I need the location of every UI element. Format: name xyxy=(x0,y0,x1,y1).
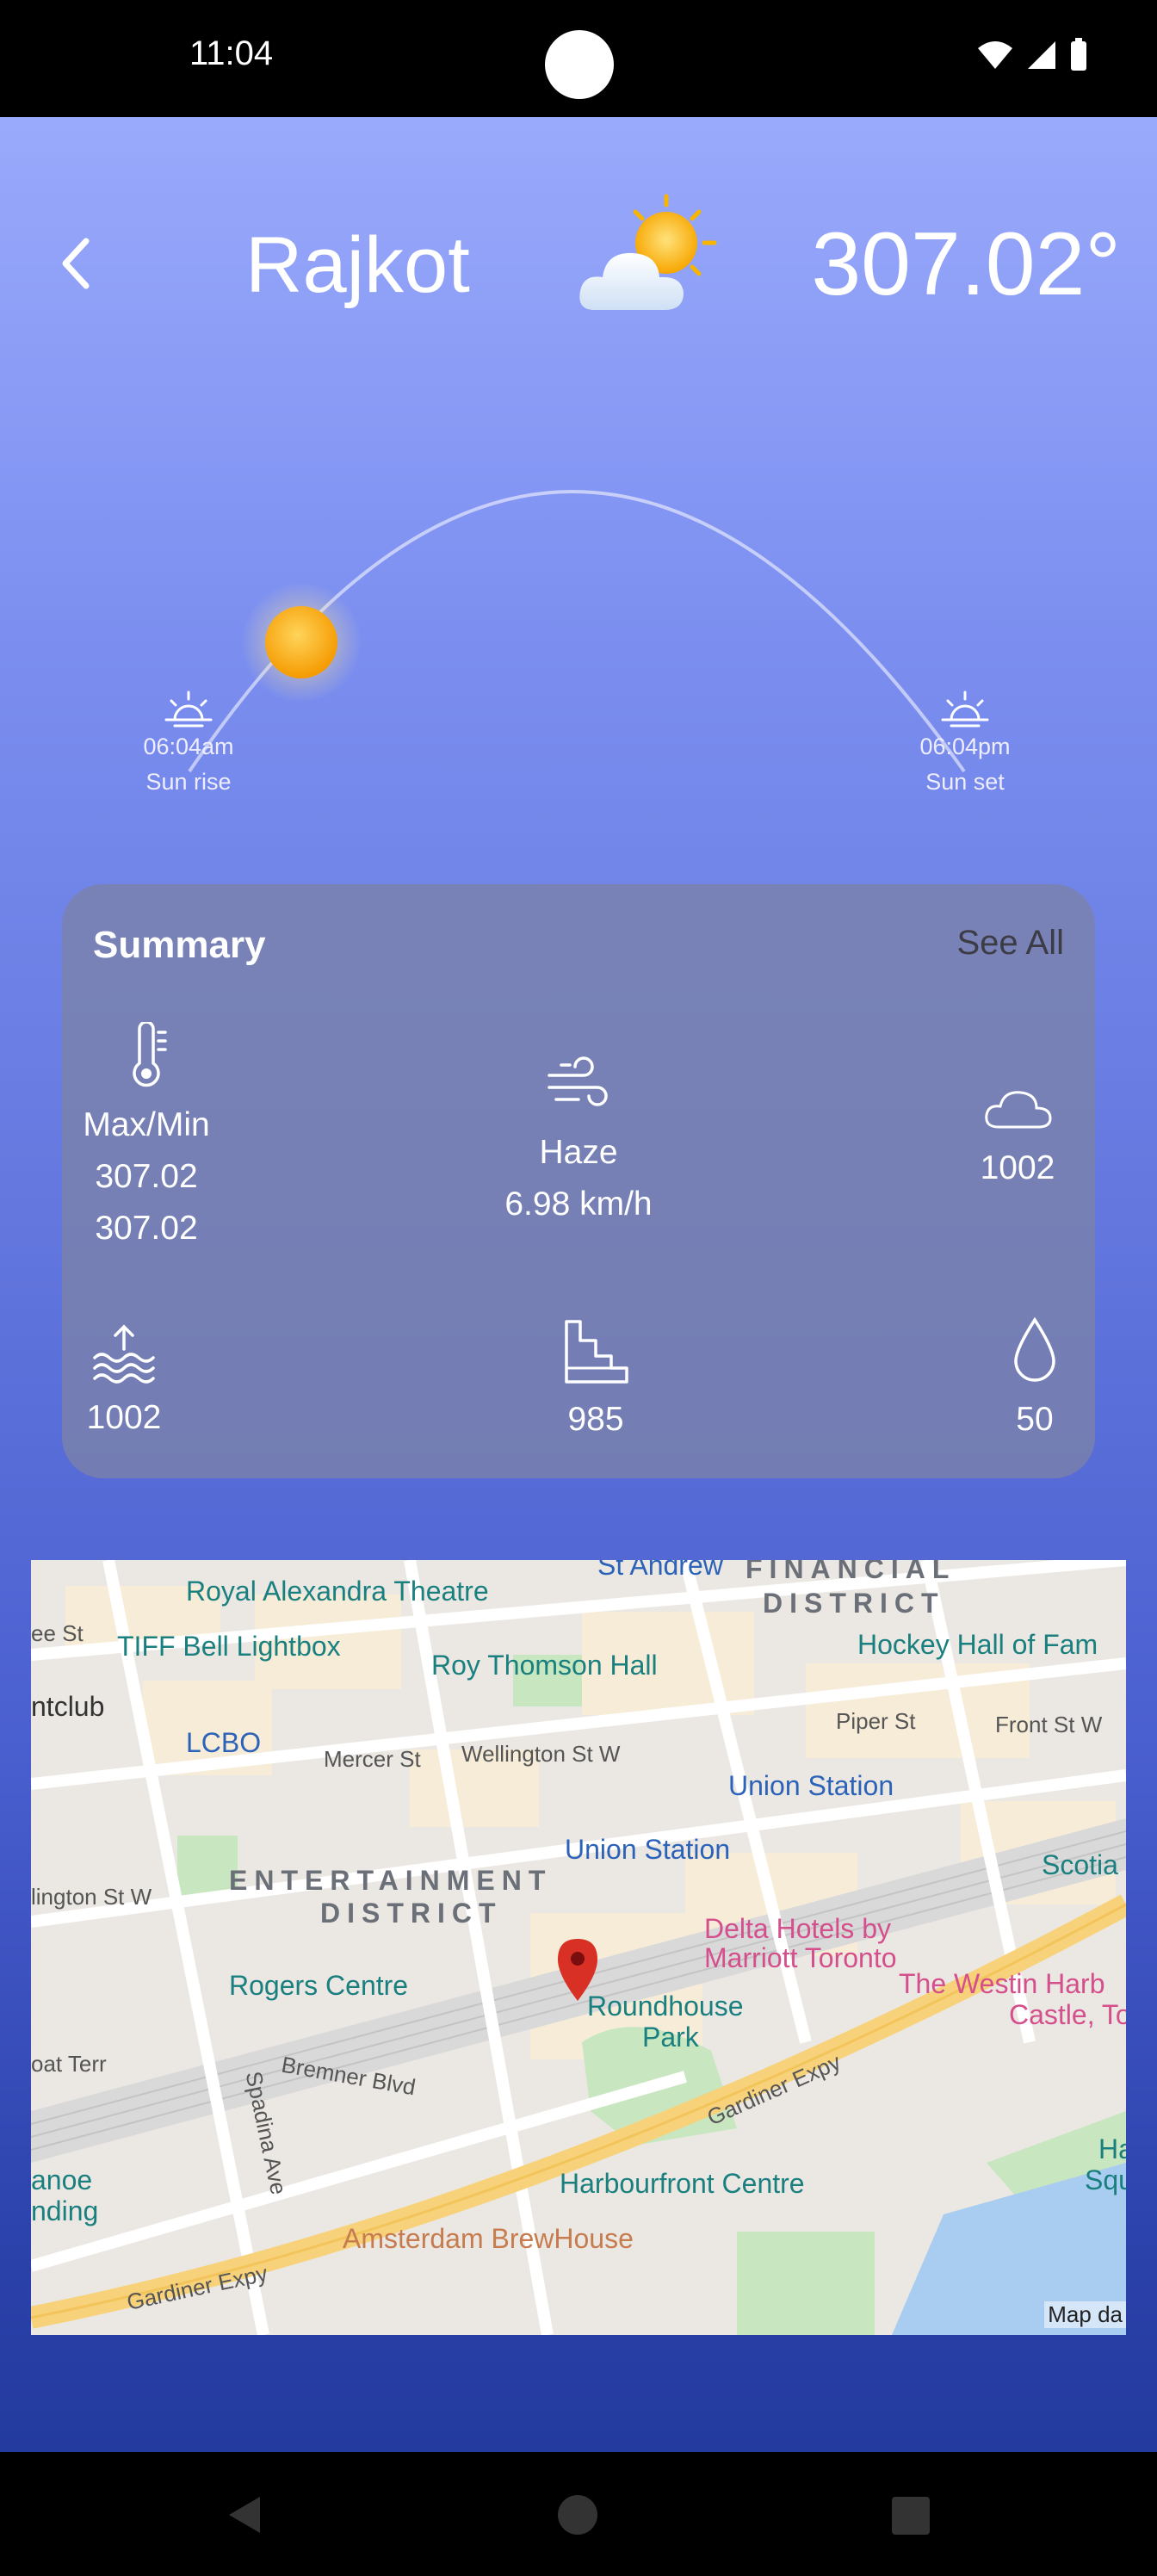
humidity-value: 50 xyxy=(1016,1401,1054,1438)
city-name: Rajkot xyxy=(245,221,470,309)
battery-icon xyxy=(1071,38,1086,71)
wind-icon xyxy=(548,1056,608,1106)
map-label: lington St W xyxy=(31,1884,152,1910)
nav-recents-icon[interactable] xyxy=(890,2495,931,2536)
signal-icon xyxy=(1028,41,1055,69)
map-label: Castle, Toro xyxy=(1009,1999,1126,2030)
cloud-icon xyxy=(985,1091,1052,1129)
clouds-value: 1002 xyxy=(980,1149,1055,1186)
map-label: St Andrew xyxy=(597,1560,723,1581)
map-label: LCBO xyxy=(186,1727,262,1758)
maxmin-label: Max/Min xyxy=(83,1106,210,1143)
map-label: Rogers Centre xyxy=(229,1970,409,2001)
map-label: Park xyxy=(642,2022,699,2053)
map-label: Union Station xyxy=(728,1770,894,1801)
map-label: Roundhouse xyxy=(587,1991,744,2022)
ground-level-cell: 985 xyxy=(535,1316,656,1446)
map-label: Roy Thomson Hall xyxy=(431,1650,658,1681)
map-label: Amsterdam BrewHouse xyxy=(343,2223,634,2254)
status-time: 11:04 xyxy=(189,34,274,72)
navigation-bar xyxy=(0,2452,1157,2576)
map-label: Hockey Hall of Fam xyxy=(857,1629,1098,1660)
sea-level-value: 1002 xyxy=(86,1399,162,1436)
sunrise-icon xyxy=(164,690,213,728)
map-label: Front St W xyxy=(995,1712,1103,1737)
camera-cutout xyxy=(545,30,614,99)
map-label: nding xyxy=(31,2195,99,2226)
map-label: Ha xyxy=(1098,2133,1126,2164)
map-label: Mercer St xyxy=(324,1746,421,1772)
map-label: Delta Hotels by xyxy=(704,1913,891,1944)
partly-cloudy-sun-icon xyxy=(579,194,717,310)
see-all-link[interactable]: See All xyxy=(956,924,1064,963)
map-label: ENTERTAINMENT xyxy=(229,1865,553,1896)
map-label: Royal Alexandra Theatre xyxy=(186,1576,489,1607)
sunset-label: Sun set xyxy=(925,769,1005,795)
sunset-time: 06:04pm xyxy=(919,734,1011,759)
stairs-icon xyxy=(565,1320,628,1384)
condition-text: Haze xyxy=(539,1134,618,1171)
summary-card: Summary See All Max/Min 307.02 307.02 Ha… xyxy=(62,884,1095,1478)
map-label: Wellington St W xyxy=(461,1741,621,1767)
map-label: The Westin Harb xyxy=(899,1968,1105,1999)
wind-cell: Haze 6.98 km/h xyxy=(492,1050,665,1230)
map-label: oat Terr xyxy=(31,2051,107,2077)
map-label: DISTRICT xyxy=(320,1898,503,1929)
sunset-info: 06:04pm Sun set xyxy=(879,689,1051,796)
sunrise-label: Sun rise xyxy=(145,769,232,795)
system-icons xyxy=(976,38,1088,72)
nav-home-icon[interactable] xyxy=(556,2493,599,2536)
map-label: ee St xyxy=(31,1620,84,1646)
sea-level-cell: 1002 xyxy=(72,1323,176,1444)
map-label: Union Station xyxy=(565,1834,731,1865)
back-arrow-icon[interactable] xyxy=(52,229,103,298)
ground-level-value: 985 xyxy=(567,1401,624,1438)
map-label: Harbourfront Centre xyxy=(560,2168,805,2199)
wifi-icon xyxy=(978,41,1012,69)
map-label: ntclub xyxy=(31,1691,105,1722)
sunrise-time: 06:04am xyxy=(143,734,234,759)
sunrise-info: 06:04am Sun rise xyxy=(102,689,275,796)
max-temp: 307.02 xyxy=(95,1158,198,1195)
map-label: Piper St xyxy=(836,1708,916,1734)
current-temperature: 307.02° xyxy=(811,214,1121,314)
map-label: Scotia xyxy=(1042,1849,1118,1880)
map-attribution: Map da xyxy=(1044,2301,1126,2328)
thermometer-icon xyxy=(133,1020,167,1087)
maxmin-cell: Max/Min 307.02 307.02 xyxy=(77,1020,215,1254)
clouds-cell: 1002 xyxy=(957,1082,1078,1194)
weather-detail-screen: Rajkot 307.02° 06:04am Sun rise 06:04pm … xyxy=(0,117,1157,2452)
map-label: Marriott Toronto xyxy=(704,1942,897,1973)
map-label: DISTRICT xyxy=(763,1588,945,1619)
water-drop-icon xyxy=(1014,1316,1055,1382)
map-label: Squ xyxy=(1085,2164,1126,2195)
nav-back-icon[interactable] xyxy=(224,2493,265,2536)
map-label: anoe xyxy=(31,2164,93,2195)
wind-speed: 6.98 km/h xyxy=(504,1186,653,1223)
sea-level-icon xyxy=(93,1324,155,1384)
map-label: FINANCIAL xyxy=(746,1560,956,1584)
location-map[interactable]: Royal Alexandra Theatre St Andrew FINANC… xyxy=(31,1560,1126,2335)
status-bar: 11:04 xyxy=(0,0,1157,117)
sunset-icon xyxy=(941,690,989,728)
humidity-cell: 50 xyxy=(992,1315,1078,1446)
map-label: TIFF Bell Lightbox xyxy=(117,1631,341,1662)
min-temp: 307.02 xyxy=(95,1210,198,1247)
summary-title: Summary xyxy=(93,924,266,966)
